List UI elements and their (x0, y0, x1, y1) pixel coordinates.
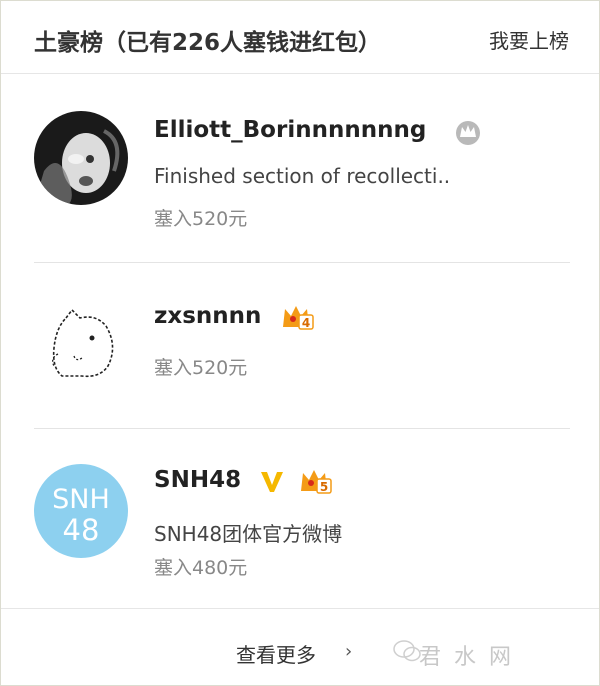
view-more-link[interactable]: 查看更多 (236, 639, 316, 668)
verified-icon (259, 468, 285, 494)
amount-text: 塞入520元 (154, 208, 248, 230)
user-description: Finished section of recollecti.. (154, 164, 451, 188)
avatar[interactable] (34, 111, 128, 205)
list-item[interactable]: Elliott_Borinnnnnnng Finished section of… (1, 73, 599, 262)
svg-text:5: 5 (320, 480, 328, 494)
level-badge-icon: 4 (281, 303, 315, 333)
avatar[interactable] (34, 296, 128, 390)
crown-icon (453, 117, 483, 145)
amount-text: 塞入480元 (154, 557, 248, 579)
avatar-text-top: SNH (52, 484, 110, 515)
leaderboard-footer: 查看更多 › 君 水 网 (1, 608, 599, 686)
watermark: 君 水 网 (419, 645, 514, 670)
user-name[interactable]: SNH48 (154, 467, 241, 493)
avatar[interactable]: SNH 48 (34, 464, 128, 558)
list-item[interactable]: SNH 48 SNH48 5 SNH48团体官方微博 塞入480元 (1, 429, 599, 608)
chevron-right-icon[interactable]: › (345, 641, 352, 662)
leaderboard-title: 土豪榜（已有226人塞钱进红包） (34, 30, 382, 56)
join-leaderboard-link[interactable]: 我要上榜 (489, 25, 569, 54)
avatar-text-bottom: 48 (63, 513, 100, 547)
list-item[interactable]: zxsnnnn 4 塞入520元 (1, 263, 599, 428)
wechat-icon (393, 639, 421, 663)
leaderboard-header: 土豪榜（已有226人塞钱进红包） 我要上榜 (1, 1, 599, 74)
amount-text: 塞入520元 (154, 357, 248, 379)
user-name[interactable]: zxsnnnn (154, 303, 261, 329)
user-name[interactable]: Elliott_Borinnnnnnng (154, 117, 426, 143)
level-badge-icon: 5 (299, 467, 333, 497)
user-description: SNH48团体官方微博 (154, 522, 343, 546)
svg-text:4: 4 (302, 316, 310, 330)
leaderboard-card: 土豪榜（已有226人塞钱进红包） 我要上榜 Elliott_Borinnnnnn… (0, 0, 600, 686)
